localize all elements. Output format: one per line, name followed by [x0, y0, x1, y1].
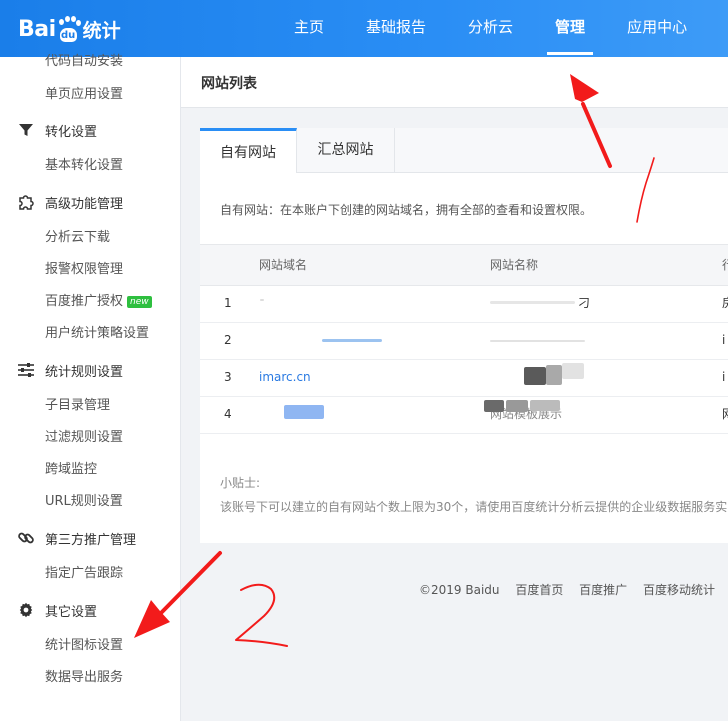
sidebar-item-user-strategy[interactable]: 用户统计策略设置 [45, 318, 149, 350]
row-col3: i [722, 370, 726, 384]
row-site-name: 刁 [578, 296, 591, 310]
sidebar-item-alert-permission[interactable]: 报警权限管理 [45, 254, 123, 286]
row-col3: i [722, 333, 726, 347]
sidebar-group-label: 高级功能管理 [45, 196, 124, 212]
logo-text-tongji: 统计 [82, 19, 121, 42]
row-index: 1 [224, 296, 232, 310]
nav-manage[interactable]: 管理 [539, 0, 601, 57]
main-nav: 主页 基础报告 分析云 管理 应用中心 [278, 0, 713, 57]
page-bottom-area [181, 614, 728, 721]
redacted-mark [484, 400, 504, 412]
row-index: 3 [224, 370, 232, 384]
page-header: 网站列表 [181, 57, 728, 108]
table-row[interactable]: 4 网站模板展示 网 [200, 396, 728, 434]
column-header-name[interactable]: 网站名称 [490, 245, 538, 285]
sidebar-group-advanced[interactable]: 高级功能管理 [0, 182, 180, 222]
sidebar-item-label: 百度推广授权 [45, 294, 124, 309]
sidebar: 代码自动安装 单页应用设置 转化设置 基本转化设置 高级功能管理 分析云下载 报… [0, 54, 181, 721]
nav-home[interactable]: 主页 [278, 0, 340, 57]
table-header: 网站域名 网站名称 行 [200, 244, 728, 286]
sidebar-group-rules[interactable]: 统计规则设置 [0, 350, 180, 390]
site-list-card: 自有网站 汇总网站 自有网站：在本账户下创建的网站域名，拥有全部的查看和设置权限… [200, 128, 728, 543]
redacted-mark [322, 339, 382, 342]
redacted-mark [506, 400, 528, 412]
new-badge: new [127, 296, 152, 308]
puzzle-icon [17, 193, 35, 211]
sidebar-group-label: 转化设置 [45, 124, 98, 140]
redacted-mark [562, 363, 584, 379]
sidebar-group-other[interactable]: 其它设置 [0, 590, 180, 630]
column-header-third[interactable]: 行 [722, 245, 728, 285]
redacted-mark [546, 365, 562, 385]
filter-icon [17, 121, 35, 139]
sidebar-item-url-rules[interactable]: URL规则设置 [45, 486, 123, 518]
baidu-tongji-logo[interactable]: Bai du 统计 [18, 12, 121, 46]
sidebar-item-basic-conversion[interactable]: 基本转化设置 [45, 150, 123, 182]
link-icon [17, 529, 35, 547]
table-row[interactable]: 1 刁 房 [200, 285, 728, 323]
sidebar-group-third-party[interactable]: 第三方推广管理 [0, 518, 180, 558]
redacted-mark [260, 299, 264, 301]
redacted-mark [490, 340, 585, 342]
sidebar-item-cross-domain[interactable]: 跨域监控 [45, 454, 97, 486]
table-row[interactable]: 2 i [200, 322, 728, 360]
sidebar-item-spa-settings[interactable]: 单页应用设置 [45, 79, 123, 111]
column-header-domain[interactable]: 网站域名 [259, 245, 307, 285]
logo-text-du: du [59, 28, 77, 42]
tab-summary-sites[interactable]: 汇总网站 [297, 128, 395, 172]
footer-link-baidu-home[interactable]: 百度首页 [515, 583, 563, 597]
tab-bar: 自有网站 汇总网站 [200, 128, 728, 173]
footer: ©2019 Baidu 百度首页 百度推广 百度移动统计 百度 [419, 581, 728, 598]
nav-app-center[interactable]: 应用中心 [611, 0, 703, 57]
sidebar-group-label: 第三方推广管理 [45, 532, 137, 548]
sidebar-item-subdir[interactable]: 子目录管理 [45, 390, 110, 422]
row-index: 2 [224, 333, 232, 347]
gear-icon [17, 601, 35, 619]
tab-description: 自有网站：在本账户下创建的网站域名，拥有全部的查看和设置权限。 [220, 203, 593, 217]
sidebar-item-ad-tracking[interactable]: 指定广告跟踪 [45, 558, 123, 590]
sidebar-group-label: 其它设置 [45, 604, 98, 620]
tips-title: 小贴士: [220, 476, 261, 490]
sidebar-item-auto-install[interactable]: 代码自动安装 [45, 46, 123, 78]
footer-copyright: ©2019 Baidu [419, 583, 500, 597]
sidebar-item-filter-rules[interactable]: 过滤规则设置 [45, 422, 123, 454]
page-title: 网站列表 [201, 76, 257, 92]
row-domain[interactable]: imarc.cn [259, 359, 311, 396]
sidebar-group-conversion[interactable]: 转化设置 [0, 110, 180, 150]
paw-icon: du [57, 16, 81, 42]
redacted-mark [524, 367, 546, 385]
redacted-mark [490, 301, 575, 304]
logo-text-bai: Bai [18, 16, 56, 42]
sidebar-group-label: 统计规则设置 [45, 364, 124, 380]
row-index: 4 [224, 407, 232, 421]
sidebar-item-data-export[interactable]: 数据导出服务 [45, 662, 123, 694]
nav-analysis-cloud[interactable]: 分析云 [452, 0, 529, 57]
sliders-icon [17, 361, 35, 379]
sidebar-item-promotion-auth[interactable]: 百度推广授权 new [45, 286, 152, 318]
table-row[interactable]: 3 imarc.cn i [200, 359, 728, 397]
row-col3: 房 [722, 285, 728, 322]
redacted-mark [530, 400, 560, 411]
sidebar-item-cloud-download[interactable]: 分析云下载 [45, 222, 110, 254]
sidebar-item-icon-settings[interactable]: 统计图标设置 [45, 630, 123, 662]
tab-own-sites[interactable]: 自有网站 [200, 128, 297, 173]
footer-link-mobile-stats[interactable]: 百度移动统计 [643, 583, 715, 597]
footer-link-baidu-promotion[interactable]: 百度推广 [579, 583, 627, 597]
nav-basic-report[interactable]: 基础报告 [350, 0, 442, 57]
redacted-mark [284, 405, 324, 419]
row-col3: 网 [722, 396, 728, 433]
tips-body: 该账号下可以建立的自有网站个数上限为30个，请使用百度统计分析云提供的企业级数据… [220, 500, 728, 514]
